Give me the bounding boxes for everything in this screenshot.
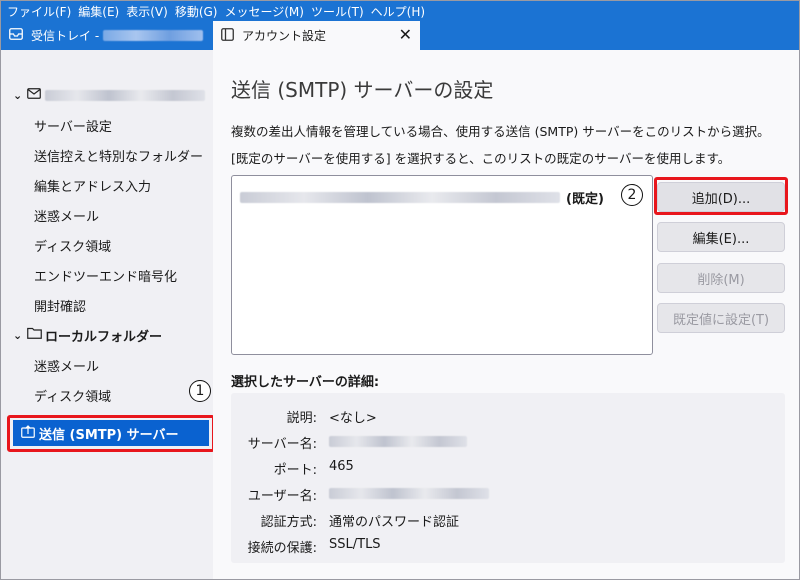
account-sidebar: ⌄ サーバー設定 送信控えと特別なフォルダー 編集とアドレス入力 迷惑メール デ… [1,50,215,579]
sidebar-item-composition[interactable]: 編集とアドレス入力 [1,170,151,200]
redacted-account-email [45,89,205,101]
smtp-settings-panel: 送信 (SMTP) サーバーの設定 複数の差出人情報を管理している場合、使用する… [213,50,799,579]
settings-page-icon [221,27,234,44]
server-list-item[interactable]: (既定) [240,188,604,207]
tab-bar: 受信トレイ - アカウント設定 ✕ [1,21,799,50]
description-label: 説明: [286,411,317,426]
mail-account-icon [27,87,41,103]
sidebar-item-local-disk-space[interactable]: ディスク領域 [1,380,111,410]
sidebar-item-copies-folders[interactable]: 送信控えと特別なフォルダー [1,140,203,170]
annotation-callout-2: 2 [621,184,643,206]
chevron-down-icon[interactable]: ⌄ [13,329,27,342]
description-value: <なし> [329,411,377,426]
redacted-server-entry [240,192,560,203]
local-folders-label: ローカルフォルダー [45,329,163,345]
sidebar-item-junk[interactable]: 迷惑メール [1,200,99,230]
inbox-icon [9,28,23,43]
folder-icon [27,327,42,343]
chevron-down-icon[interactable]: ⌄ [13,89,27,102]
menu-bar: ファイル(F) 編集(E) 表示(V) 移動(G) メッセージ(M) ツール(T… [1,1,799,21]
details-heading: 選択したサーバーの詳細: [231,375,380,390]
description-line-1: 複数の差出人情報を管理している場合、使用する送信 (SMTP) サーバーをこのリ… [231,124,770,139]
menu-edit[interactable]: 編集(E) [76,3,124,20]
server-name-value [329,436,467,451]
auth-method-label: 認証方式: [260,515,317,530]
local-folders-header[interactable]: ⌄ ローカルフォルダー [1,320,162,350]
redacted-account-name [103,30,204,41]
annotation-highlight-box [7,415,215,452]
smtp-server-list[interactable]: (既定) [231,175,653,355]
port-label: ポート: [273,463,317,478]
menu-message[interactable]: メッセージ(M) [222,3,308,20]
tab-account-settings[interactable]: アカウント設定 ✕ [213,21,420,50]
menu-view[interactable]: 表示(V) [124,3,173,20]
page-title: 送信 (SMTP) サーバーの設定 [231,78,494,102]
tab-inbox[interactable]: 受信トレイ - [1,21,213,50]
sidebar-item-server-settings[interactable]: サーバー設定 [1,110,112,140]
server-details-box: 説明: <なし> サーバー名: ポート: 465 ユーザー名: 認証方式: 通常… [231,393,785,563]
connection-security-label: 接続の保護: [247,541,317,556]
port-value: 465 [329,459,354,474]
menu-help[interactable]: ヘルプ(H) [369,3,430,20]
sidebar-item-disk-space[interactable]: ディスク領域 [1,230,111,260]
menu-go[interactable]: 移動(G) [173,3,223,20]
auth-method-value: 通常のパスワード認証 [329,515,460,530]
server-name-label: サーバー名: [247,437,317,452]
user-name-value [329,488,489,503]
annotation-callout-1: 1 [189,380,211,402]
user-name-label: ユーザー名: [247,489,317,504]
tab-inbox-label: 受信トレイ - [31,29,100,43]
sidebar-item-return-receipts[interactable]: 開封確認 [1,290,86,320]
sidebar-item-e2e-encryption[interactable]: エンドツーエンド暗号化 [1,260,177,290]
account-tree-header[interactable]: ⌄ [1,80,205,110]
delete-server-button[interactable]: 削除(M) [657,263,785,293]
sidebar-item-local-junk[interactable]: 迷惑メール [1,350,99,380]
connection-security-value: SSL/TLS [329,537,381,552]
menu-file[interactable]: ファイル(F) [5,3,76,20]
description-line-2: [既定のサーバーを使用する] を選択すると、このリストの既定のサーバーを使用しま… [231,151,731,166]
edit-server-button[interactable]: 編集(E)... [657,222,785,252]
default-server-tag: (既定) [566,192,604,207]
menu-tools[interactable]: ツール(T) [309,3,369,20]
annotation-highlight-box [654,177,788,215]
close-tab-icon[interactable]: ✕ [399,26,412,44]
set-default-button[interactable]: 既定値に設定(T) [657,303,785,333]
tab-account-label: アカウント設定 [242,29,327,43]
